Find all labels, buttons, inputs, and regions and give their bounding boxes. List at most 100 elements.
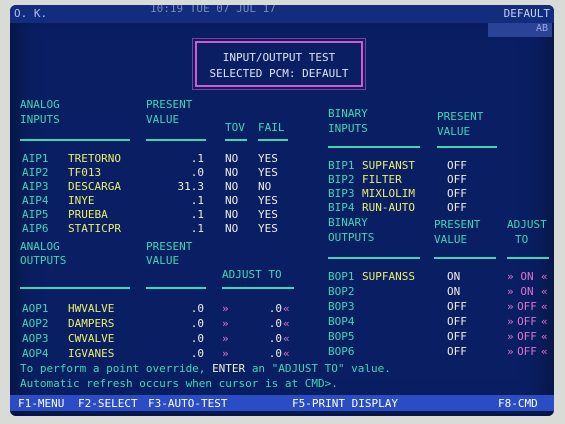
- point-id: AIP3: [22, 180, 49, 193]
- analog-inputs-heading-2: INPUTS: [20, 113, 60, 126]
- tov-value: NO: [225, 222, 239, 235]
- divider: [20, 287, 130, 289]
- adjust-to-field[interactable]: .0: [232, 303, 282, 315]
- present-value[interactable]: .1: [150, 209, 204, 221]
- point-name: DESCARGA: [68, 180, 121, 193]
- present-value: .0: [190, 317, 204, 330]
- point-id: BOP5: [328, 330, 355, 343]
- tov-value: NO: [225, 180, 239, 193]
- adjust-marker-right: «: [541, 285, 548, 298]
- divider: [146, 287, 206, 289]
- point-id: AOP2: [22, 317, 49, 330]
- fail-value: YES: [258, 222, 278, 235]
- adjust-to-field[interactable]: ON: [515, 271, 539, 283]
- fail-value: YES: [258, 152, 278, 165]
- point-name: TF013: [68, 166, 102, 179]
- tov-value: NO: [225, 166, 239, 179]
- adjust-marker-left: »: [507, 285, 514, 298]
- present-value: OFF: [447, 173, 467, 186]
- present-value: OFF: [447, 300, 467, 313]
- point-id: BOP3: [328, 300, 355, 313]
- fail-value: YES: [258, 208, 278, 221]
- point-id: BOP6: [328, 345, 355, 358]
- bi-present-heading-2: VALUE: [437, 125, 471, 138]
- adjust-to-field[interactable]: OFF: [515, 331, 539, 343]
- analog-outputs-heading-2: OUTPUTS: [20, 254, 67, 267]
- point-id: BIP4: [328, 201, 355, 214]
- point-id: AIP2: [22, 166, 49, 179]
- enter-keyword: ENTER: [212, 362, 246, 375]
- point-name: FILTER: [362, 173, 402, 186]
- selected-pcm: SELECTED PCM: DEFAULT: [209, 67, 349, 80]
- point-name: MIXLOLIM: [362, 187, 415, 200]
- adjust-to-field[interactable]: .0: [232, 333, 282, 345]
- point-id: BIP2: [328, 173, 355, 186]
- point-id: AIP1: [22, 152, 49, 165]
- point-id: BIP1: [328, 159, 355, 172]
- status-bar: O. K. 10:19 TUE 07 JUL 17 DEFAULT: [10, 5, 554, 23]
- analog-outputs-heading: ANALOG: [20, 240, 60, 253]
- divider: [328, 146, 420, 148]
- f3-auto-test-key[interactable]: F3-AUTO-TEST: [148, 397, 227, 410]
- point-id: BOP2: [328, 285, 355, 298]
- point-id: AIP4: [22, 194, 49, 207]
- point-id: AOP3: [22, 332, 49, 345]
- fail-heading: FAIL: [258, 121, 285, 134]
- pcm-name: DEFAULT: [503, 7, 550, 20]
- present-value: ON: [447, 270, 461, 283]
- point-name: TRETORNO: [68, 152, 121, 165]
- adjust-marker-right: «: [541, 330, 548, 343]
- help-text: an "ADJUST TO" value.: [251, 362, 391, 375]
- point-id: BOP1: [328, 270, 355, 283]
- adjust-marker-left: »: [507, 345, 514, 358]
- point-name: IGVANES: [68, 347, 115, 360]
- adjust-marker-left: »: [507, 270, 514, 283]
- adjust-to-field[interactable]: .0: [232, 318, 282, 330]
- adjust-to-field[interactable]: ON: [515, 286, 539, 298]
- adjust-marker-left: »: [222, 347, 229, 360]
- present-value[interactable]: .1: [150, 223, 204, 235]
- adjust-marker-right: «: [283, 317, 290, 330]
- f8-cmd-key[interactable]: F8-CMD: [498, 397, 538, 410]
- divider: [437, 146, 497, 148]
- present-value: OFF: [447, 345, 467, 358]
- adjust-to-field[interactable]: OFF: [515, 316, 539, 328]
- point-name: INYE: [68, 194, 95, 207]
- bi-present-heading: PRESENT: [437, 110, 484, 123]
- tov-value: NO: [225, 152, 239, 165]
- present-value[interactable]: 31.3: [150, 181, 205, 193]
- adjust-to-field[interactable]: OFF: [515, 346, 539, 358]
- point-name: SUPFANST: [362, 159, 415, 172]
- fail-value: NO: [258, 180, 272, 193]
- present-value[interactable]: .0: [150, 167, 204, 179]
- present-value: .0: [190, 302, 204, 315]
- help-message-1: To perform a point override, ENTER an "A…: [20, 363, 391, 375]
- adjust-marker-right: «: [283, 347, 290, 360]
- present-value[interactable]: .1: [150, 153, 204, 165]
- function-key-bar: F1-MENU F2-SELECT F3-AUTO-TEST F5-PRINT …: [10, 395, 554, 411]
- bo-adjust-heading-2: TO: [515, 233, 529, 246]
- point-name: PRUEBA: [68, 208, 108, 221]
- adjust-marker-left: »: [507, 330, 514, 343]
- divider: [222, 287, 294, 289]
- status-bar-secondary: AB: [488, 23, 552, 37]
- binary-inputs-heading: BINARY: [328, 107, 368, 120]
- f1-menu-key[interactable]: F1-MENU: [18, 397, 64, 410]
- present-value[interactable]: .1: [150, 195, 204, 207]
- point-name: STATICPR: [68, 222, 121, 235]
- help-text: To perform a point override,: [20, 362, 206, 375]
- adjust-marker-right: «: [541, 345, 548, 358]
- f2-select-key[interactable]: F2-SELECT: [78, 397, 138, 410]
- point-name: HWVALVE: [68, 302, 115, 315]
- present-value: OFF: [447, 330, 467, 343]
- divider: [434, 257, 496, 259]
- adjust-marker-right: «: [541, 270, 548, 283]
- point-id: BIP3: [328, 187, 355, 200]
- adjust-marker-left: »: [222, 302, 229, 315]
- point-name: CWVALVE: [68, 332, 115, 345]
- adjust-to-field[interactable]: OFF: [515, 301, 539, 313]
- adjust-to-field[interactable]: .0: [232, 348, 282, 360]
- f5-print-display-key[interactable]: F5-PRINT DISPLAY: [292, 397, 398, 410]
- analog-inputs-heading: ANALOG: [20, 98, 60, 111]
- point-id: AIP6: [22, 222, 49, 235]
